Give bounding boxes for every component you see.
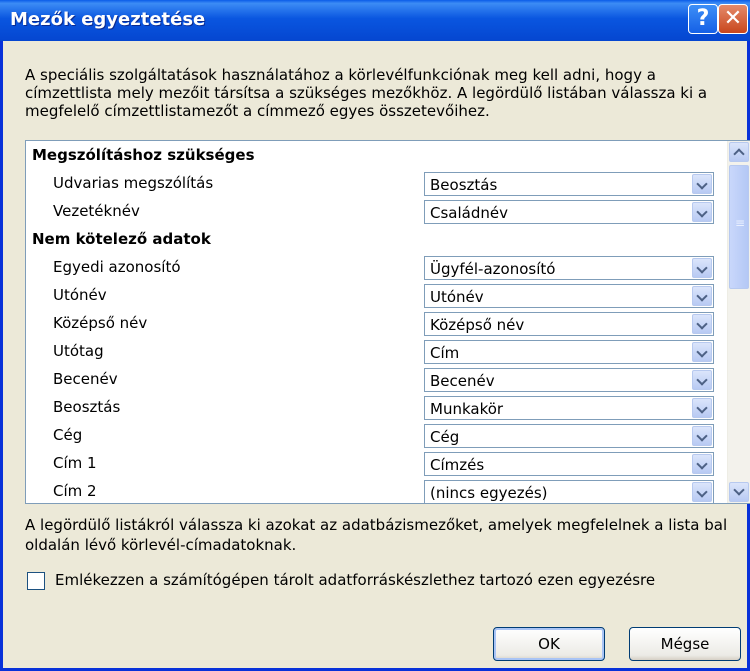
title-bar[interactable]: Mezők egyeztetése ? ✕	[0, 0, 750, 41]
chevron-down-icon[interactable]	[692, 454, 712, 474]
field-matching-dialog: Mezők egyeztetése ? ✕ A speciális szolgá…	[0, 0, 750, 671]
field-match-dropdown[interactable]: Munkakör	[424, 396, 714, 420]
chevron-down-icon[interactable]	[692, 482, 712, 502]
field-label: Beosztás	[53, 398, 121, 416]
chevron-down-icon[interactable]	[692, 314, 712, 334]
dropdown-value: Munkakör	[430, 400, 504, 418]
dropdown-value: (nincs egyezés)	[430, 484, 548, 502]
field-label: Cím 1	[53, 454, 97, 472]
field-match-dropdown[interactable]: (nincs egyezés)	[424, 480, 714, 503]
dropdown-value: Ügyfél-azonosító	[430, 260, 556, 278]
section-heading: Megszólításhoz szükséges	[32, 146, 255, 164]
field-label: Egyedi azonosító	[53, 258, 181, 276]
field-label: Becenév	[53, 370, 118, 388]
field-match-dropdown[interactable]: Utónév	[424, 284, 714, 308]
remember-checkbox-label[interactable]: Emlékezzen a számítógépen tárolt adatfor…	[55, 571, 655, 589]
field-row: Utótag Cím	[26, 337, 726, 365]
field-row: Cím 2 (nincs egyezés)	[26, 477, 726, 503]
dropdown-value: Beosztás	[430, 176, 498, 194]
field-label: Utótag	[53, 342, 104, 360]
cancel-button[interactable]: Mégse	[629, 627, 741, 661]
chevron-down-icon[interactable]	[692, 174, 712, 194]
dropdown-value: Utónév	[430, 288, 484, 306]
dropdown-value: Címzés	[430, 456, 485, 474]
chevron-down-icon[interactable]	[692, 202, 712, 222]
section-heading: Nem kötelező adatok	[32, 230, 211, 248]
ok-button[interactable]: OK	[493, 627, 605, 661]
dropdown-value: Családnév	[430, 204, 508, 222]
chevron-down-icon[interactable]	[692, 258, 712, 278]
chevron-down-icon[interactable]	[692, 342, 712, 362]
scroll-down-icon[interactable]	[729, 482, 749, 502]
help-button[interactable]: ?	[688, 4, 718, 34]
field-match-dropdown[interactable]: Cég	[424, 424, 714, 448]
field-row: Középső név Középső név	[26, 309, 726, 337]
field-match-dropdown[interactable]: Becenév	[424, 368, 714, 392]
field-mapping-rows: Megszólításhoz szükséges Udvarias megszól…	[26, 141, 726, 503]
field-label: Cím 2	[53, 482, 97, 500]
field-mapping-list[interactable]: Megszólításhoz szükséges Udvarias megszól…	[25, 140, 750, 504]
field-label: Utónév	[53, 286, 107, 304]
dialog-title: Mezők egyeztetése	[10, 9, 206, 30]
field-row: Cég Cég	[26, 421, 726, 449]
dropdown-value: Cím	[430, 344, 460, 362]
dialog-description: A speciális szolgáltatások használatához…	[25, 66, 708, 120]
field-row: Becenév Becenév	[26, 365, 726, 393]
close-icon: ✕	[723, 6, 743, 31]
remember-checkbox[interactable]	[27, 572, 45, 590]
field-row: Beosztás Munkakör	[26, 393, 726, 421]
field-label: Udvarias megszólítás	[53, 174, 214, 192]
scroll-thumb[interactable]	[729, 165, 749, 289]
field-match-dropdown[interactable]: Ügyfél-azonosító	[424, 256, 714, 280]
field-row: Utónév Utónév	[26, 281, 726, 309]
chevron-down-icon[interactable]	[692, 426, 712, 446]
field-label: Középső név	[53, 314, 148, 332]
close-button[interactable]: ✕	[718, 4, 748, 34]
field-label: Vezetéknév	[53, 202, 140, 220]
field-match-dropdown[interactable]: Középső név	[424, 312, 714, 336]
dropdown-value: Középső név	[430, 316, 525, 334]
help-icon: ?	[696, 6, 710, 31]
field-match-dropdown[interactable]: Családnév	[424, 200, 714, 224]
dropdown-value: Becenév	[430, 372, 495, 390]
chevron-down-icon[interactable]	[692, 370, 712, 390]
vertical-scrollbar[interactable]	[727, 141, 750, 503]
field-row: Cím 1 Címzés	[26, 449, 726, 477]
chevron-down-icon[interactable]	[692, 398, 712, 418]
field-row: Udvarias megszólítás Beosztás	[26, 169, 726, 197]
hint-text: A legördülő listákról válassza ki azokat…	[25, 516, 728, 554]
field-match-dropdown[interactable]: Címzés	[424, 452, 714, 476]
field-match-dropdown[interactable]: Beosztás	[424, 172, 714, 196]
dropdown-value: Cég	[430, 428, 460, 446]
field-row: Vezetéknév Családnév	[26, 197, 726, 225]
chevron-down-icon[interactable]	[692, 286, 712, 306]
scroll-up-icon[interactable]	[729, 142, 749, 162]
field-match-dropdown[interactable]: Cím	[424, 340, 714, 364]
field-row: Egyedi azonosító Ügyfél-azonosító	[26, 253, 726, 281]
field-label: Cég	[53, 426, 83, 444]
